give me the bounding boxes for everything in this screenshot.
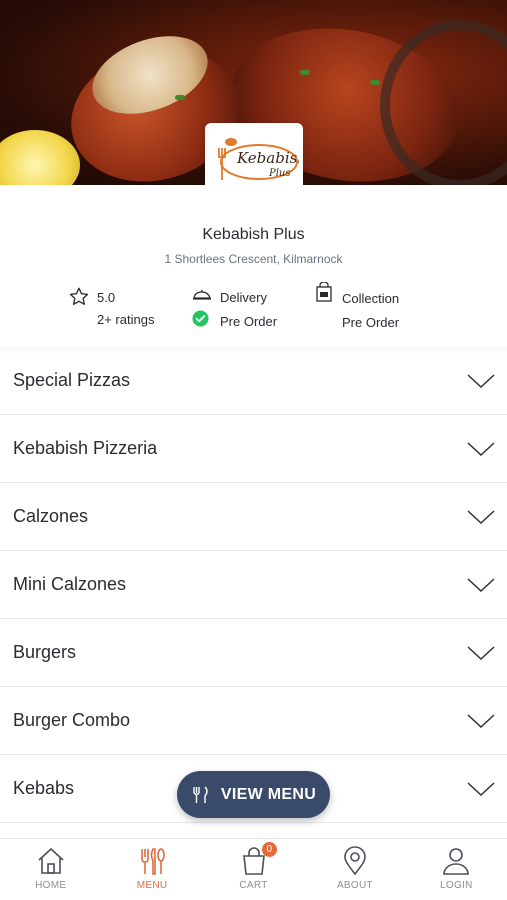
- tab-login[interactable]: LOGIN: [406, 839, 507, 900]
- chevron-down-icon: [467, 509, 495, 524]
- hero-herb: [175, 95, 185, 100]
- category-row-mini-calzones[interactable]: Mini Calzones: [0, 551, 507, 619]
- tab-label-about: ABOUT: [336, 880, 373, 891]
- view-menu-label: VIEW MENU: [220, 785, 317, 803]
- tab-label-menu: MENU: [136, 880, 168, 891]
- hero-herb: [370, 80, 380, 85]
- cart-badge: 0: [261, 842, 277, 857]
- view-menu-button[interactable]: VIEW MENU: [177, 771, 330, 818]
- chevron-down-icon: [467, 441, 495, 456]
- tab-home[interactable]: HOME: [0, 839, 101, 900]
- chevron-down-icon: [467, 781, 495, 796]
- fork-knife-icon: [141, 848, 165, 875]
- category-row-burgers[interactable]: Burgers: [0, 619, 507, 687]
- chevron-down-icon: [467, 577, 495, 592]
- delivery-preorder: Pre Order: [220, 314, 278, 329]
- category-row-calzones[interactable]: Calzones: [0, 483, 507, 551]
- rating-count: 2+ ratings: [97, 312, 155, 327]
- logo-text-main: Kebabish: [236, 149, 299, 167]
- delivery-scooter-icon: [193, 290, 211, 300]
- category-label: Burger Combo: [13, 710, 131, 730]
- tab-label-home: HOME: [35, 880, 67, 891]
- hero-herb: [300, 70, 310, 75]
- category-label: Mini Calzones: [13, 574, 127, 594]
- tab-menu[interactable]: MENU: [101, 839, 202, 900]
- bottom-tab-bar: HOME MENU 0 CART ABOUT LOGIN: [0, 838, 507, 900]
- delivery-label: Delivery: [220, 290, 267, 305]
- chevron-down-icon: [467, 645, 495, 660]
- category-row-kebabish-pizzeria[interactable]: Kebabish Pizzeria: [0, 415, 507, 483]
- rating-value: 5.0: [97, 290, 116, 305]
- store-name: Kebabish Plus: [202, 226, 305, 243]
- collection-bag-icon: [316, 282, 332, 302]
- category-label: Calzones: [13, 506, 89, 526]
- home-icon: [38, 847, 64, 874]
- tab-about[interactable]: ABOUT: [304, 839, 405, 900]
- store-address: 1 Shortlees Crescent, Kilmarnock: [164, 252, 343, 266]
- user-icon: [443, 848, 470, 875]
- category-row-special-pizzas[interactable]: Special Pizzas: [0, 347, 507, 415]
- category-label: Kebabish Pizzeria: [13, 438, 158, 458]
- category-label: Burgers: [13, 642, 77, 662]
- category-label: Kebabs: [13, 778, 75, 798]
- logo-graphic: Kebabish Plus: [218, 137, 299, 180]
- chevron-down-icon: [467, 713, 495, 728]
- check-circle-icon: [192, 310, 209, 327]
- chevron-down-icon: [467, 373, 495, 388]
- category-label: Special Pizzas: [13, 370, 131, 390]
- logo-text-sub: Plus: [268, 168, 291, 179]
- tab-cart[interactable]: 0 CART: [203, 839, 304, 900]
- hero-lemon: [0, 130, 80, 185]
- star-icon: [69, 287, 89, 305]
- fork-knife-icon: [193, 786, 208, 803]
- tab-label-login: LOGIN: [440, 880, 473, 891]
- collection-preorder: Pre Order: [342, 315, 400, 330]
- category-list: Special Pizzas Kebabish Pizzeria Calzone…: [0, 347, 507, 823]
- store-info: Kebabish Plus 1 Shortlees Crescent, Kilm…: [0, 185, 507, 347]
- collection-label: Collection: [342, 291, 400, 306]
- category-row-burger-combo[interactable]: Burger Combo: [0, 687, 507, 755]
- location-pin-icon: [344, 846, 366, 876]
- tab-label-cart: CART: [239, 880, 268, 891]
